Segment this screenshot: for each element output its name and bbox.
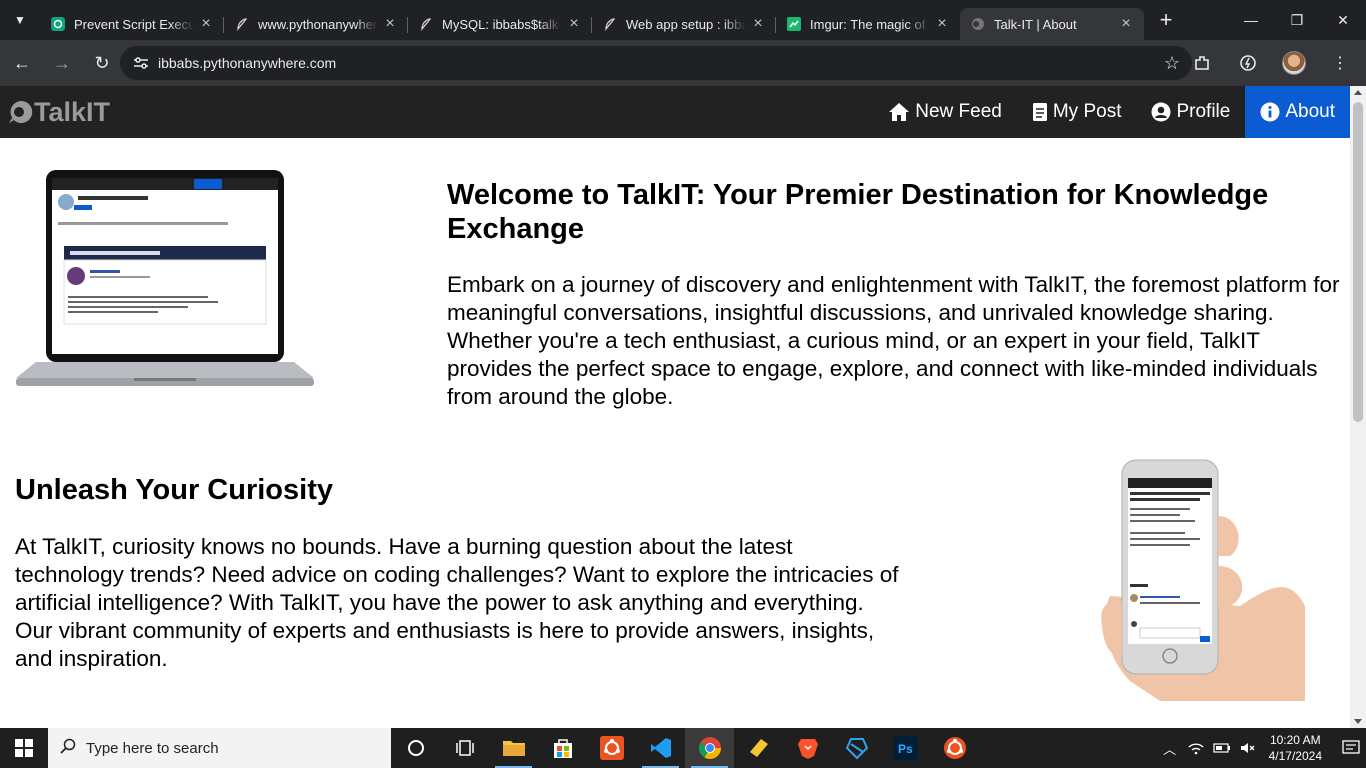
- nav-new-feed[interactable]: New Feed: [873, 86, 1017, 138]
- dart-icon[interactable]: [832, 728, 881, 768]
- ubuntu-icon[interactable]: [587, 728, 636, 768]
- svg-text:Ps: Ps: [898, 742, 913, 756]
- chevron-up-icon[interactable]: ︿: [1159, 739, 1181, 758]
- nav-my-post[interactable]: My Post: [1017, 86, 1137, 138]
- pythonanywhere-icon: [234, 16, 250, 32]
- system-clock[interactable]: 10:20 AM 4/17/2024: [1269, 732, 1322, 764]
- close-icon[interactable]: ×: [566, 15, 582, 32]
- cortana-icon[interactable]: [391, 728, 440, 768]
- chrome-icon[interactable]: [685, 728, 734, 768]
- nav-profile[interactable]: Profile: [1136, 86, 1245, 138]
- back-icon[interactable]: ←: [4, 45, 40, 81]
- browser-tab[interactable]: Web app setup : ibba ×: [592, 8, 776, 40]
- nav-about[interactable]: About: [1245, 86, 1350, 138]
- welcome-paragraph: Embark on a journey of discovery and enl…: [447, 272, 1340, 409]
- site-navbar: TalkIT New Feed My Post Profile About: [0, 86, 1350, 138]
- clock-time: 10:20 AM: [1269, 733, 1321, 747]
- windows-start-icon[interactable]: [0, 728, 48, 768]
- nav-about-label: About: [1285, 101, 1335, 122]
- vscode-icon[interactable]: [636, 728, 685, 768]
- site-info-icon[interactable]: [126, 56, 156, 70]
- close-icon[interactable]: ×: [750, 15, 766, 32]
- close-icon[interactable]: ×: [934, 15, 950, 32]
- browser-tab-active[interactable]: Talk-IT | About ×: [960, 8, 1144, 40]
- nav-profile-label: Profile: [1176, 101, 1231, 122]
- nav-my-post-label: My Post: [1052, 101, 1122, 122]
- address-bar[interactable]: ibbabs.pythonanywhere.com ☆: [120, 46, 1192, 80]
- profile-avatar[interactable]: [1276, 45, 1312, 81]
- talkit-logo-icon: [9, 100, 33, 123]
- pythonanywhere-icon: [418, 16, 434, 32]
- file-explorer-icon[interactable]: [489, 728, 538, 768]
- url-text[interactable]: ibbabs.pythonanywhere.com: [158, 55, 1152, 71]
- scroll-down-icon[interactable]: [1354, 719, 1362, 724]
- close-icon[interactable]: ×: [1118, 15, 1134, 32]
- home-icon: [889, 103, 910, 121]
- wifi-icon[interactable]: [1185, 741, 1207, 755]
- browser-tab-strip: ▼ Prevent Script Executi × www.pythonany…: [0, 0, 1366, 40]
- browser-tab[interactable]: Prevent Script Executi ×: [40, 8, 224, 40]
- forward-icon[interactable]: →: [44, 45, 80, 81]
- reload-icon[interactable]: ↻: [84, 45, 120, 81]
- performance-icon[interactable]: [1230, 45, 1266, 81]
- curiosity-heading: Unleash Your Curiosity: [15, 474, 333, 506]
- window-controls: — ❐ ✕: [1228, 0, 1366, 40]
- search-placeholder: Type here to search: [86, 739, 219, 757]
- tab-title: Imgur: The magic of t: [810, 16, 930, 32]
- info-circle-icon: [1260, 102, 1280, 122]
- tab-title: Web app setup : ibba: [626, 16, 746, 32]
- clock-date: 4/17/2024: [1268, 749, 1322, 763]
- system-tray: ︿ 10:20 AM 4/17/2024: [1157, 728, 1366, 768]
- curiosity-paragraph: At TalkIT, curiosity knows no bounds. Ha…: [15, 534, 899, 671]
- battery-icon[interactable]: [1211, 742, 1233, 754]
- menu-icon[interactable]: ⋮: [1322, 45, 1358, 81]
- close-icon[interactable]: ×: [382, 15, 398, 32]
- new-tab-button[interactable]: +: [1150, 4, 1182, 36]
- tab-title: MySQL: ibbabs$talk-it: [442, 16, 562, 32]
- phone-mockup-image: [1101, 459, 1305, 701]
- tab-title: www.pythonanywhere: [258, 16, 378, 32]
- scroll-up-icon[interactable]: [1354, 90, 1362, 95]
- brand-name: TalkIT: [34, 96, 111, 127]
- tab-search-dropdown-icon[interactable]: ▼: [0, 0, 40, 40]
- site-nav-links: New Feed My Post Profile About: [873, 86, 1350, 138]
- talkit-icon: [970, 16, 986, 32]
- ubuntu-icon[interactable]: [930, 728, 979, 768]
- document-icon: [1032, 103, 1047, 121]
- taskbar-search-box[interactable]: Type here to search: [48, 728, 391, 768]
- imgur-icon: [786, 16, 802, 32]
- close-icon[interactable]: ×: [198, 15, 214, 32]
- photoshop-icon[interactable]: Ps: [881, 728, 930, 768]
- close-window-icon[interactable]: ✕: [1320, 0, 1366, 40]
- user-circle-icon: [1151, 102, 1171, 122]
- site-logo[interactable]: TalkIT: [8, 97, 110, 128]
- browser-tab[interactable]: www.pythonanywhere ×: [224, 8, 408, 40]
- volume-muted-icon[interactable]: [1237, 741, 1259, 755]
- minimize-icon[interactable]: —: [1228, 0, 1274, 40]
- laptop-mockup-image: [16, 170, 314, 386]
- nav-new-feed-label: New Feed: [915, 101, 1002, 122]
- search-icon: [60, 738, 76, 758]
- page-viewport: TalkIT New Feed My Post Profile About We…: [0, 86, 1366, 728]
- chatgpt-icon: [50, 16, 66, 32]
- windows-taskbar: Type here to search Ps ︿ 10:20 AM 4/17/2…: [0, 728, 1366, 768]
- browser-tab[interactable]: MySQL: ibbabs$talk-it ×: [408, 8, 592, 40]
- extensions-icon[interactable]: [1184, 45, 1220, 81]
- tab-title: Prevent Script Executi: [74, 16, 194, 32]
- microsoft-store-icon[interactable]: [538, 728, 587, 768]
- sticky-notes-icon[interactable]: [734, 728, 783, 768]
- scrollbar-thumb[interactable]: [1353, 102, 1363, 422]
- restore-icon[interactable]: ❐: [1274, 0, 1320, 40]
- task-view-icon[interactable]: [440, 728, 489, 768]
- browser-toolbar: ← → ↻ ibbabs.pythonanywhere.com ☆ ⋮: [0, 40, 1366, 86]
- tab-title: Talk-IT | About: [994, 16, 1077, 32]
- browser-tab[interactable]: Imgur: The magic of t ×: [776, 8, 960, 40]
- page-scrollbar[interactable]: [1350, 86, 1366, 728]
- brave-icon[interactable]: [783, 728, 832, 768]
- welcome-heading: Welcome to TalkIT: Your Premier Destinat…: [447, 179, 1269, 245]
- notification-icon[interactable]: [1336, 740, 1366, 756]
- pythonanywhere-icon: [602, 16, 618, 32]
